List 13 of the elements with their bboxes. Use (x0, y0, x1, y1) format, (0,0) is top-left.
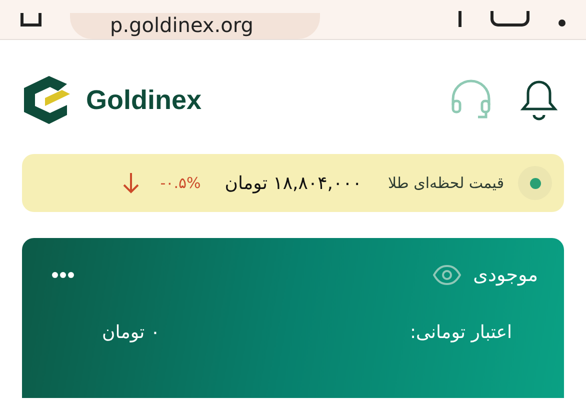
tabs-icon[interactable] (490, 11, 530, 27)
bell-icon[interactable] (520, 79, 558, 121)
price-label: قیمت لحظه‌ای طلا (388, 174, 504, 192)
menu-icon[interactable] (558, 19, 566, 27)
credit-label: اعتبار تومانی: (410, 322, 512, 343)
credit-value: ۰ تومان (102, 322, 160, 343)
price-change: -۰.۵% (160, 174, 201, 192)
arrow-down-icon (122, 171, 140, 195)
brand-name: Goldinex (86, 84, 202, 116)
price-value: ۱۸,۸۰۴,۰۰۰ تومان (224, 172, 362, 194)
wallet-title: موجودی (473, 264, 538, 286)
live-status-icon (518, 166, 552, 200)
address-bar[interactable]: p.goldinex.org (70, 13, 320, 39)
